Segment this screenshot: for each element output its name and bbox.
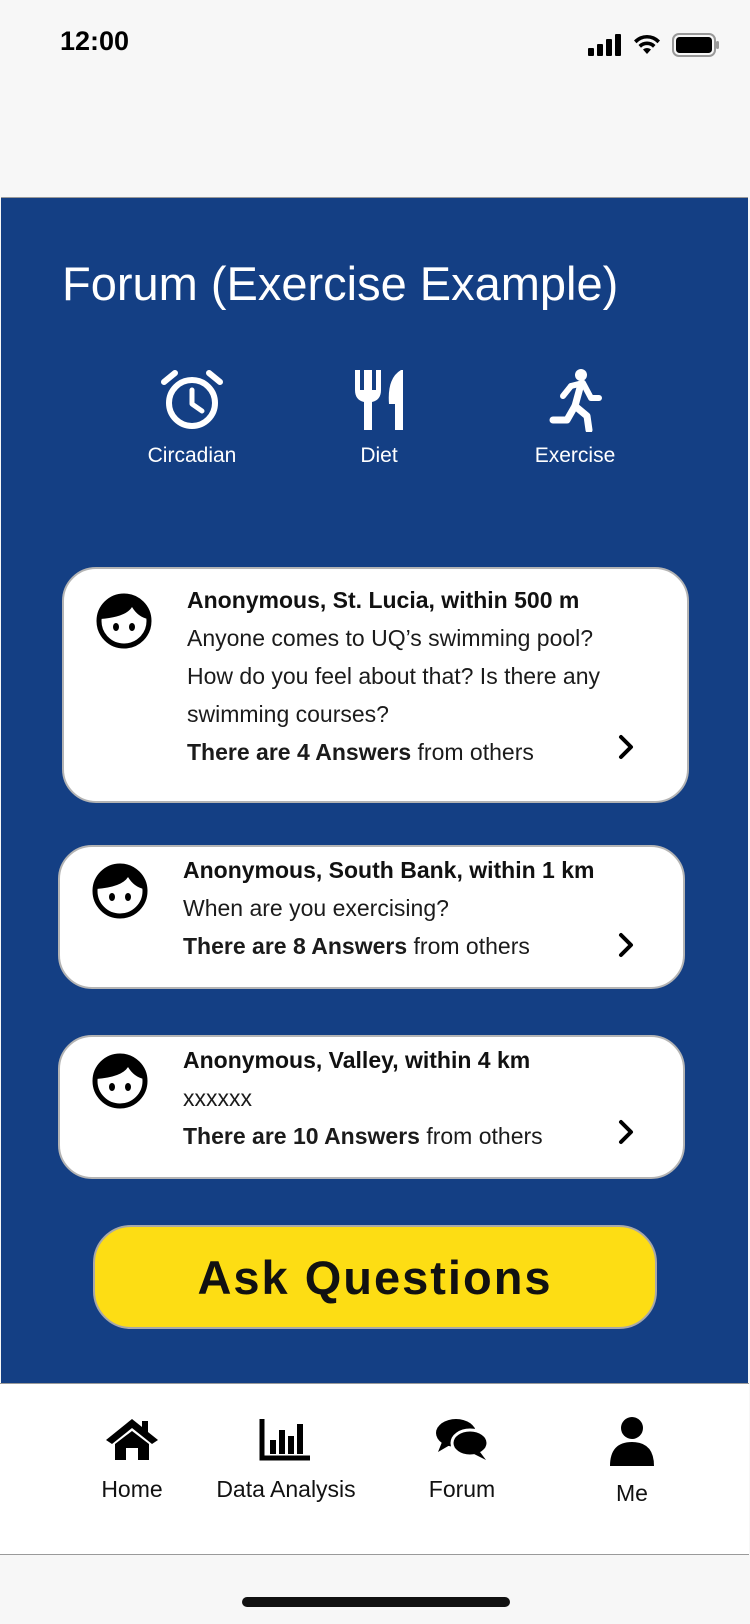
post-author: Anonymous, Valley, within 4 km [183,1047,531,1073]
chevron-right-icon[interactable] [617,1119,635,1145]
page-title: Forum (Exercise Example) [62,257,619,310]
post-answers: There are 8 Answers from others [183,927,653,965]
avatar-face-icon [92,1053,148,1109]
status-icons [588,30,720,60]
post-card[interactable]: Anonymous, St. Lucia, within 500 m Anyon… [62,567,689,803]
tab-home[interactable]: Home [82,1416,182,1503]
post-question-line: Anyone comes to UQ’s swimming pool? [187,625,594,651]
user-icon [610,1417,654,1466]
post-author: Anonymous, St. Lucia, within 500 m [187,587,580,613]
tab-label: Me [616,1480,648,1506]
avatar-face-icon [96,593,152,649]
forum-main-area: Forum (Exercise Example) Circadian Diet … [1,197,748,1383]
ask-questions-button[interactable]: Ask Questions [93,1225,657,1329]
post-author: Anonymous, South Bank, within 1 km [183,857,595,883]
home-icon [106,1419,158,1460]
tab-label: Home [101,1476,163,1502]
post-answers: There are 10 Answers from others [183,1117,653,1155]
answers-suffix: from others [407,933,530,959]
chevron-right-icon[interactable] [617,932,635,958]
alarm-clock-icon [161,370,223,429]
running-person-icon [549,369,602,432]
post-answers: There are 4 Answers from others [187,733,657,771]
chat-bubbles-icon [436,1419,490,1460]
category-label: Diet [360,444,398,467]
answers-suffix: from others [411,739,534,765]
post-card[interactable]: Anonymous, Valley, within 4 km xxxxxx Th… [58,1035,685,1179]
chevron-right-icon[interactable] [617,734,635,760]
answers-suffix: from others [419,1123,543,1149]
answers-count: There are 4 Answers [187,739,412,765]
home-indicator[interactable] [242,1597,510,1607]
tab-me[interactable]: Me [582,1416,682,1507]
answers-count: There are 8 Answers [183,933,408,959]
tab-data-analysis[interactable]: Data Analysis [206,1416,366,1503]
post-question-line: How do you feel about that? Is there any [187,663,600,689]
category-diet[interactable]: Diet [309,368,449,468]
post-question-line: swimming courses? [187,701,389,727]
avatar-face-icon [92,863,148,919]
answers-count: There are 10 Answers [183,1123,420,1149]
tab-label: Forum [428,1476,496,1502]
status-bar: 12:00 [0,0,750,90]
post-question-line: When are you exercising? [183,895,449,921]
status-time: 12:00 [60,26,130,56]
category-label: Circadian [147,444,237,467]
utensils-icon [355,370,403,430]
wifi-icon [634,34,660,54]
battery-icon [672,33,719,57]
tab-label: Data Analysis [216,1476,356,1502]
category-circadian[interactable]: Circadian [122,368,262,468]
category-exercise[interactable]: Exercise [505,368,645,468]
tab-forum[interactable]: Forum [412,1416,512,1503]
category-label: Exercise [534,444,616,467]
post-card[interactable]: Anonymous, South Bank, within 1 km When … [58,845,685,989]
bar-chart-icon [259,1419,310,1461]
signal-icon [588,34,621,56]
bottom-tab-bar: Home Data Analysis Forum Me [0,1383,749,1555]
post-question-line: xxxxxx [183,1085,252,1111]
